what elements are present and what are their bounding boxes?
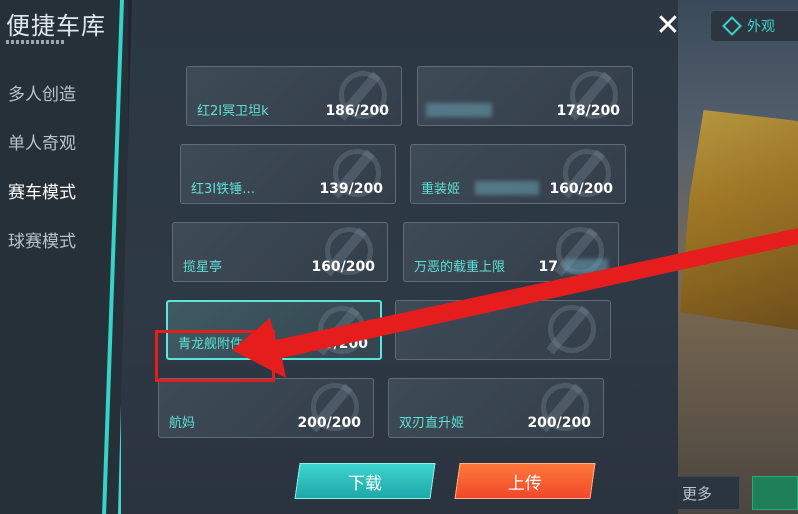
vehicle-preview: [680, 110, 798, 330]
garage-slot[interactable]: 重装姬 160/200: [410, 144, 626, 204]
garage-slot[interactable]: 178/200: [417, 66, 633, 126]
slot-count: 17: [538, 259, 558, 275]
slot-watermark-icon: [548, 305, 596, 353]
garage-slot[interactable]: 揽星亭 160/200: [172, 222, 388, 282]
download-label: 下载: [348, 473, 382, 494]
garage-slot[interactable]: 万恶的载重上限 17: [403, 222, 619, 282]
sidebar-item-racing[interactable]: 赛车模式: [8, 178, 76, 203]
sidebar-item-ball[interactable]: 球赛模式: [8, 227, 76, 252]
slot-name: 航妈: [169, 416, 196, 431]
slot-count: 200/200: [527, 415, 591, 431]
garage-slot[interactable]: 红2I冥卫坦k 186/200: [186, 66, 402, 126]
slot-name: 重装姬: [421, 182, 461, 197]
upload-label: 上传: [508, 473, 542, 494]
slot-name: 万恶的载重上限: [414, 260, 506, 275]
sidebar: 便捷车库 多人创造 单人奇观 赛车模式 球赛模式: [0, 0, 128, 514]
slot-count: 160/200: [311, 259, 375, 275]
slot-count: 139/200: [319, 181, 383, 197]
appearance-label: 外观: [747, 19, 775, 35]
slot-count: 169/200: [304, 336, 368, 352]
page-title: 便捷车库: [6, 12, 106, 40]
garage-slot[interactable]: 红3I铁锤… 139/200: [180, 144, 396, 204]
sidebar-item-solo[interactable]: 单人奇观: [8, 129, 76, 154]
blurred-name: [475, 181, 539, 195]
slot-count: 160/200: [549, 181, 613, 197]
slot-name: 红2I冥卫坦k: [197, 104, 269, 119]
upload-button[interactable]: 上传: [454, 463, 596, 499]
green-action-button[interactable]: [752, 476, 798, 510]
annotation-highlight-box: [155, 330, 275, 382]
slot-name: 揽星亭: [183, 260, 223, 275]
garage-slot[interactable]: 航妈 200/200: [158, 378, 374, 438]
slot-count: 186/200: [325, 103, 389, 119]
title-decoration: [6, 40, 66, 44]
slot-name: 红3I铁锤…: [191, 182, 256, 197]
slot-count: 200/200: [297, 415, 361, 431]
diamond-icon: [722, 16, 742, 36]
appearance-button[interactable]: 外观: [710, 10, 798, 42]
garage-slot[interactable]: 双刃直升姬 200/200: [388, 378, 604, 438]
garage-slot-empty[interactable]: [395, 300, 611, 360]
slot-name: 双刃直升姬: [399, 416, 465, 431]
close-button[interactable]: ✕: [653, 11, 683, 41]
blurred-count: [564, 259, 608, 273]
blurred-name: [426, 103, 492, 117]
slot-count: 178/200: [556, 103, 620, 119]
sidebar-item-multiplayer[interactable]: 多人创造: [8, 80, 76, 105]
download-button[interactable]: 下载: [294, 463, 436, 499]
